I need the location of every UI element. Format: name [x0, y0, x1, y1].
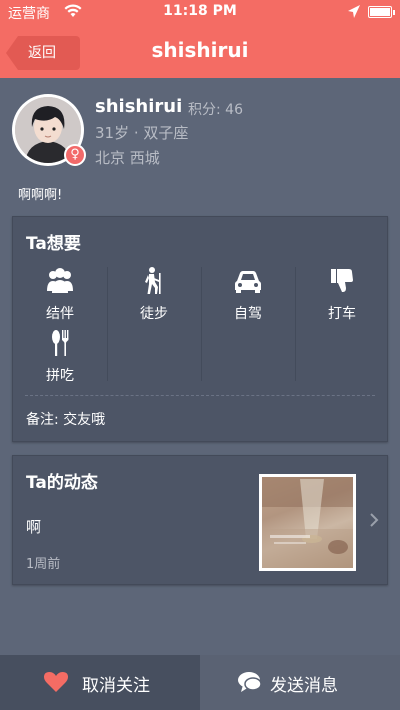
- wants-note: 备注: 交友哦: [26, 412, 106, 428]
- car-icon: [235, 271, 261, 293]
- want-item-label: 打车: [328, 306, 356, 322]
- nav-bar: 返回 shishirui: [0, 24, 400, 78]
- unfollow-button[interactable]: 取消关注: [0, 655, 200, 710]
- feed-card[interactable]: Ta的动态 啊 1周前: [12, 455, 388, 585]
- profile-bio: 啊啊啊!: [18, 188, 63, 203]
- divider: [25, 395, 375, 396]
- chat-bubble-icon: [238, 672, 262, 692]
- hiking-icon: [145, 267, 161, 294]
- wants-card: Ta想要 结伴 徒步 自驾 打车 拼吃 备注: 交友哦: [12, 216, 388, 442]
- feed-time: 1周前: [26, 557, 61, 572]
- thumbs-down-icon: [331, 269, 353, 292]
- wants-title: Ta想要: [26, 234, 81, 254]
- feed-title: Ta的动态: [26, 473, 98, 493]
- send-message-button[interactable]: 发送消息: [200, 655, 400, 710]
- female-gender-icon: ♀: [64, 144, 86, 166]
- want-item-label: 徒步: [140, 306, 168, 322]
- location-arrow-icon: [348, 5, 360, 18]
- utensils-icon: [52, 330, 69, 356]
- want-item-taxi: 打车: [295, 267, 389, 329]
- profile-score: 积分: 46: [188, 102, 243, 118]
- want-item-selfdrive: 自驾: [201, 267, 295, 329]
- heart-icon: [44, 672, 68, 692]
- want-item-dining: 拼吃: [13, 329, 107, 391]
- status-bar: 运营商 11:18 PM: [0, 0, 400, 24]
- chevron-right-icon: [370, 513, 379, 527]
- bottom-action-bar: 取消关注 发送消息: [0, 655, 400, 710]
- want-item-companion: 结伴: [13, 267, 107, 329]
- profile-age-sign: 31岁 · 双子座: [95, 124, 189, 142]
- profile-location: 北京 西城: [95, 149, 160, 167]
- group-icon: [47, 268, 73, 293]
- feed-photo: [262, 477, 353, 568]
- feed-text: 啊: [26, 518, 42, 536]
- want-item-hiking: 徒步: [107, 267, 201, 329]
- unfollow-label: 取消关注: [82, 676, 150, 696]
- want-item-label: 结伴: [46, 306, 74, 322]
- page-title: shishirui: [151, 38, 249, 62]
- feed-thumbnail[interactable]: [259, 474, 356, 571]
- want-item-label: 自驾: [234, 306, 262, 322]
- battery-icon: [368, 6, 395, 18]
- clock: 11:18 PM: [163, 3, 237, 19]
- want-item-label: 拼吃: [46, 368, 74, 384]
- send-message-label: 发送消息: [270, 676, 338, 696]
- profile-name: shishirui: [95, 96, 183, 117]
